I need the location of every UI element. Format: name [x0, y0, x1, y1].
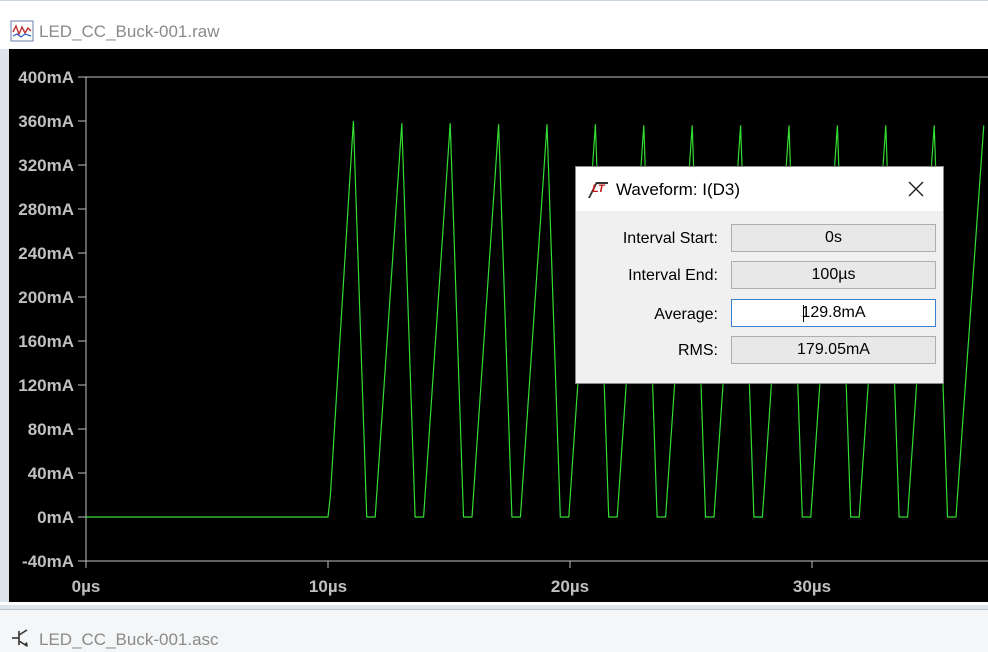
x-tick-label: 30µs [793, 577, 831, 596]
interval-start-field[interactable]: 0s [731, 224, 936, 252]
y-tick-label: 240mA [18, 244, 74, 263]
y-tick-label: 0mA [37, 508, 74, 527]
text-caret [803, 305, 804, 322]
waveform-stats-dialog: LT Waveform: I(D3) Interval Start: 0s In… [575, 166, 944, 384]
y-tick-label: 280mA [18, 200, 74, 219]
y-tick-label: 320mA [18, 156, 74, 175]
dialog-titlebar[interactable]: LT Waveform: I(D3) [576, 167, 943, 211]
schematic-window-title: LED_CC_Buck-001.asc [39, 630, 219, 649]
close-icon [908, 181, 924, 197]
lt-logo-icon: LT [588, 182, 608, 198]
dialog-close-button[interactable] [898, 173, 934, 205]
schematic-window[interactable]: LED_CC_Buck-001.asc [0, 609, 988, 652]
schematic-file-icon [12, 629, 28, 647]
interval-end-label: Interval End: [628, 267, 718, 284]
average-label: Average: [654, 306, 718, 323]
dialog-title: Waveform: I(D3) [616, 180, 741, 199]
x-tick-label: 10µs [309, 577, 347, 596]
interval-start-label: Interval Start: [622, 230, 718, 247]
waveform-window-titlebar[interactable]: LED_CC_Buck-001.raw [0, 1, 988, 49]
y-tick-label: 360mA [18, 112, 74, 131]
interval-end-field[interactable]: 100µs [731, 261, 936, 289]
svg-text:LT: LT [592, 183, 606, 195]
x-tick-label: 20µs [551, 577, 589, 596]
average-field[interactable]: 129.8mA [731, 299, 936, 327]
rms-field[interactable]: 179.05mA [731, 336, 936, 364]
average-value: 129.8mA [801, 304, 866, 321]
waveform-window-title: LED_CC_Buck-001.raw [39, 22, 220, 41]
y-tick-label: 80mA [28, 420, 74, 439]
rms-label: RMS: [678, 342, 718, 359]
waveform-file-icon [10, 20, 34, 42]
y-tick-label: 200mA [18, 288, 74, 307]
y-tick-label: 120mA [18, 376, 74, 395]
y-tick-label: 40mA [28, 464, 74, 483]
y-tick-label: -40mA [22, 552, 74, 571]
x-tick-label: 0µs [72, 577, 101, 596]
y-tick-label: 400mA [18, 68, 74, 87]
y-tick-label: 160mA [18, 332, 74, 351]
